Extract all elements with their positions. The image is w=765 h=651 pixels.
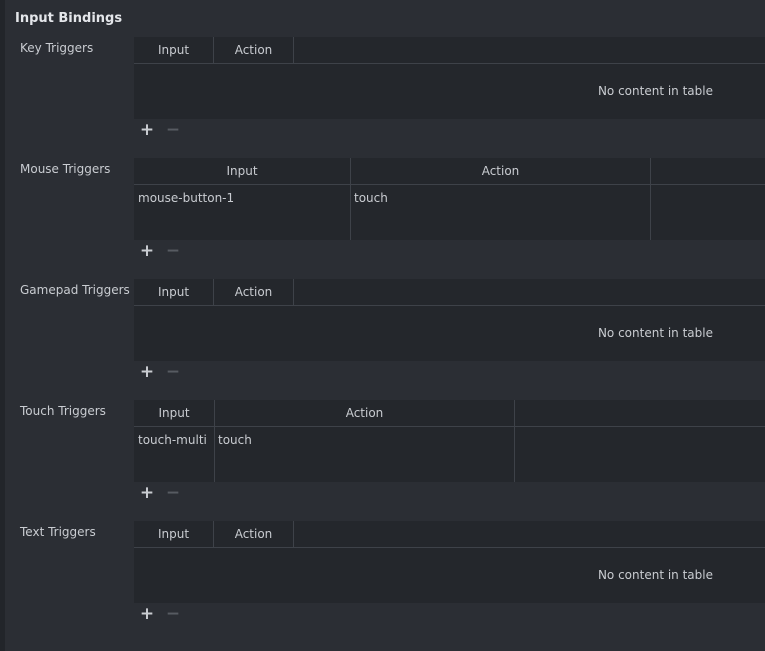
touch-triggers-toolbar: + − (134, 482, 765, 504)
minus-icon[interactable]: − (163, 483, 183, 503)
minus-icon[interactable]: − (163, 120, 183, 140)
column-header-input[interactable]: Input (134, 279, 214, 305)
left-edge-divider (0, 0, 5, 651)
column-header-action[interactable]: Action (351, 158, 651, 184)
table-header: Input Action (134, 279, 765, 306)
column-header-action[interactable]: Action (214, 279, 294, 305)
gamepad-triggers-table[interactable]: Input Action No content in table (134, 279, 765, 361)
mouse-triggers-toolbar: + − (134, 240, 765, 262)
empty-table-message: No content in table (597, 326, 713, 340)
plus-icon[interactable]: + (137, 362, 157, 382)
cell-action[interactable]: touch (218, 433, 252, 447)
minus-icon[interactable]: − (163, 241, 183, 261)
text-triggers-table[interactable]: Input Action No content in table (134, 521, 765, 603)
plus-icon[interactable]: + (137, 241, 157, 261)
plus-icon[interactable]: + (137, 483, 157, 503)
table-header: Input Action (134, 400, 765, 427)
gamepad-triggers-toolbar: + − (134, 361, 765, 383)
cell-input[interactable]: mouse-button-1 (138, 191, 234, 205)
cell-input[interactable]: touch-multi (138, 433, 207, 447)
text-triggers-toolbar: + − (134, 603, 765, 625)
section-label-key-triggers: Key Triggers (20, 41, 94, 55)
column-divider (650, 185, 651, 240)
column-header-input[interactable]: Input (134, 158, 351, 184)
page-title: Input Bindings (15, 11, 123, 26)
minus-icon[interactable]: − (163, 362, 183, 382)
empty-table-message: No content in table (597, 84, 713, 98)
mouse-triggers-table[interactable]: Input Action mouse-button-1 touch (134, 158, 765, 240)
input-bindings-panel: Input Bindings Key Triggers Input Action… (0, 0, 765, 651)
column-header-input[interactable]: Input (134, 400, 215, 426)
column-header-action[interactable]: Action (214, 521, 294, 547)
section-label-text-triggers: Text Triggers (20, 525, 96, 539)
key-triggers-table[interactable]: Input Action No content in table (134, 37, 765, 119)
key-triggers-toolbar: + − (134, 119, 765, 141)
column-header-input[interactable]: Input (134, 521, 214, 547)
section-label-gamepad-triggers: Gamepad Triggers (20, 283, 130, 297)
section-label-mouse-triggers: Mouse Triggers (20, 162, 111, 176)
empty-table-message: No content in table (597, 568, 713, 582)
column-divider (514, 427, 515, 482)
column-header-input[interactable]: Input (134, 37, 214, 63)
table-header: Input Action (134, 158, 765, 185)
section-label-touch-triggers: Touch Triggers (20, 404, 106, 418)
minus-icon[interactable]: − (163, 604, 183, 624)
table-header: Input Action (134, 37, 765, 64)
plus-icon[interactable]: + (137, 604, 157, 624)
cell-action[interactable]: touch (354, 191, 388, 205)
table-header: Input Action (134, 521, 765, 548)
column-divider (214, 427, 215, 482)
touch-triggers-table[interactable]: Input Action touch-multi touch (134, 400, 765, 482)
plus-icon[interactable]: + (137, 120, 157, 140)
column-divider (350, 185, 351, 240)
column-header-action[interactable]: Action (214, 37, 294, 63)
column-header-action[interactable]: Action (215, 400, 515, 426)
